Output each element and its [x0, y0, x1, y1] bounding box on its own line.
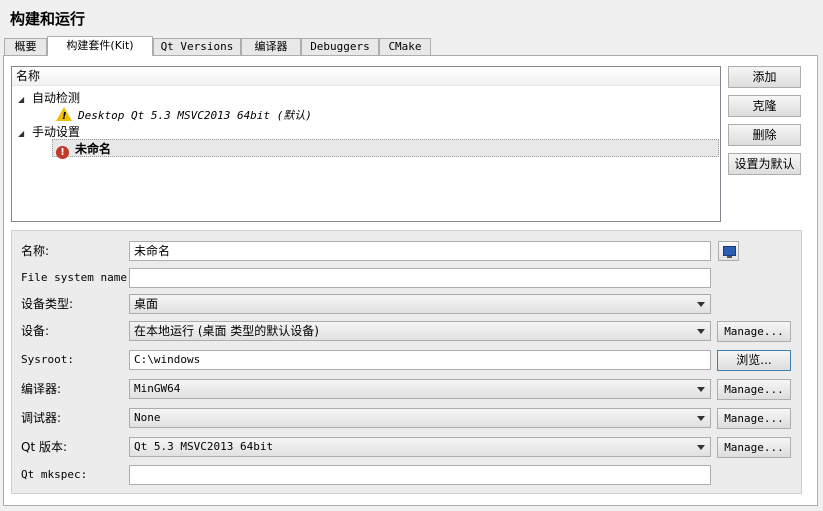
qt-version-select[interactable]: Qt 5.3 MSVC2013 64bit: [129, 437, 711, 457]
tree-item-desktop-kit[interactable]: Desktop Qt 5.3 MSVC2013 64bit (默认): [56, 106, 312, 126]
manage-compiler-button[interactable]: Manage...: [717, 379, 791, 400]
debugger-select[interactable]: None: [129, 408, 711, 428]
tab-kits[interactable]: 构建套件(Kit): [47, 36, 153, 56]
dropdown-arrow-icon: [697, 387, 705, 392]
sysroot-label: Sysroot:: [21, 353, 74, 366]
sysroot-field[interactable]: C:\windows: [129, 350, 711, 370]
dropdown-arrow-icon: [697, 416, 705, 421]
manage-device-button[interactable]: Manage...: [717, 321, 791, 342]
error-icon: !: [56, 146, 69, 159]
fs-name-field[interactable]: [129, 268, 711, 288]
device-type-value: 桌面: [134, 297, 159, 311]
collapse-triangle-icon[interactable]: ◢: [18, 91, 32, 109]
tab-qt-versions[interactable]: Qt Versions: [153, 38, 241, 55]
device-select[interactable]: 在本地运行 (桌面 类型的默认设备): [129, 321, 711, 341]
set-default-button[interactable]: 设置为默认: [728, 153, 801, 175]
browse-button[interactable]: 浏览...: [717, 350, 791, 371]
fs-name-label: File system name:: [21, 271, 134, 284]
dropdown-arrow-icon: [697, 329, 705, 334]
manage-qt-version-button[interactable]: Manage...: [717, 437, 791, 458]
debugger-label: 调试器:: [21, 411, 62, 425]
compiler-label: 编译器:: [21, 382, 62, 396]
device-label: 设备:: [21, 324, 50, 338]
dropdown-arrow-icon: [697, 445, 705, 450]
qt-version-label: Qt 版本:: [21, 440, 68, 454]
compiler-select[interactable]: MinGW64: [129, 379, 711, 399]
debugger-value: None: [134, 411, 161, 424]
mkspec-label: Qt mkspec:: [21, 468, 88, 481]
tab-compilers[interactable]: 编译器: [241, 38, 301, 55]
collapse-triangle-icon[interactable]: ◢: [18, 125, 32, 143]
monitor-icon: [723, 246, 736, 258]
tree-item-label: 未命名: [75, 142, 112, 156]
tree-item-label: Desktop Qt 5.3 MSVC2013 64bit (默认): [78, 109, 312, 122]
add-button[interactable]: 添加: [728, 66, 801, 88]
dropdown-arrow-icon: [697, 302, 705, 307]
manage-debugger-button[interactable]: Manage...: [717, 408, 791, 429]
tab-overview[interactable]: 概要: [4, 38, 47, 55]
selected-row-highlight: [52, 139, 719, 157]
tree-item-unnamed[interactable]: ! 未命名: [56, 140, 112, 159]
name-field[interactable]: 未命名: [129, 241, 711, 261]
tree-header[interactable]: 名称: [12, 67, 720, 86]
compiler-value: MinGW64: [134, 382, 181, 395]
kit-icon-button[interactable]: [718, 241, 739, 261]
tab-debuggers[interactable]: Debuggers: [301, 38, 379, 55]
kit-tree[interactable]: 名称 ◢自动检测 Desktop Qt 5.3 MSVC2013 64bit (…: [11, 66, 721, 222]
device-value: 在本地运行 (桌面 类型的默认设备): [134, 324, 319, 338]
tree-group-label: 手动设置: [32, 125, 81, 139]
tab-cmake[interactable]: CMake: [379, 38, 431, 55]
device-type-label: 设备类型:: [21, 297, 74, 311]
tree-group-label: 自动检测: [32, 91, 81, 105]
device-type-select[interactable]: 桌面: [129, 294, 711, 314]
qt-version-value: Qt 5.3 MSVC2013 64bit: [134, 440, 274, 453]
mkspec-field[interactable]: [129, 465, 711, 485]
name-label: 名称:: [21, 244, 50, 258]
warning-icon: [56, 107, 72, 126]
page-title: 构建和运行: [10, 10, 86, 28]
clone-button[interactable]: 克隆: [728, 95, 801, 117]
tree-group-auto[interactable]: ◢ 自动检测: [18, 89, 80, 107]
delete-button[interactable]: 删除: [728, 124, 801, 146]
